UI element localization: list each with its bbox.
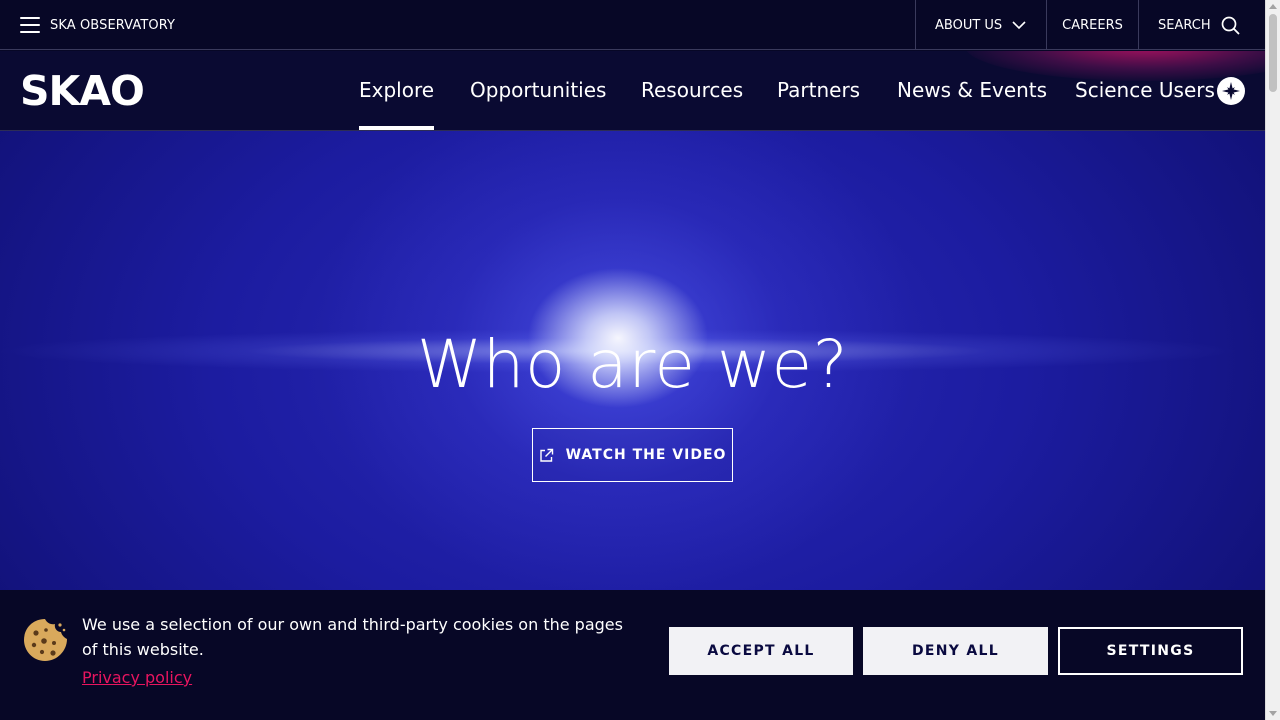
search-label[interactable]: SEARCH — [1158, 18, 1211, 33]
about-us-dropdown[interactable]: ABOUT US — [915, 0, 1046, 50]
nav-item-science-users[interactable]: Science Users — [1075, 51, 1215, 130]
careers-link[interactable]: CAREERS — [1046, 0, 1138, 50]
accept-all-button[interactable]: ACCEPT ALL — [669, 627, 853, 675]
nav-item-partners[interactable]: Partners — [777, 51, 860, 130]
careers-label[interactable]: CAREERS — [1062, 18, 1123, 33]
nav-item-resources[interactable]: Resources — [641, 51, 743, 130]
top-utility-bar: SKA OBSERVATORY ABOUT US CAREERS SEARCH — [0, 0, 1265, 50]
scroll-up-arrow-icon[interactable] — [1269, 4, 1277, 9]
watch-video-label[interactable]: WATCH THE VIDEO — [566, 447, 727, 463]
cookie-banner: We use a selection of our own and third-… — [0, 590, 1265, 720]
page-scrollbar[interactable] — [1265, 0, 1280, 720]
hamburger-menu-icon[interactable] — [20, 17, 40, 33]
compass-icon[interactable] — [1217, 77, 1245, 105]
main-navigation: SKAO Explore Opportunities Resources Par… — [0, 51, 1265, 131]
search-icon[interactable] — [1221, 16, 1240, 35]
cookie-settings-button[interactable]: SETTINGS — [1058, 627, 1243, 675]
privacy-policy-link[interactable]: Privacy policy — [82, 668, 192, 687]
nav-item-news-events[interactable]: News & Events — [897, 51, 1047, 130]
about-us-label[interactable]: ABOUT US — [935, 18, 1002, 33]
deny-all-button[interactable]: DENY ALL — [863, 627, 1048, 675]
cookie-icon — [22, 617, 68, 667]
site-menu-toggle[interactable]: SKA OBSERVATORY — [20, 0, 175, 50]
hero-banner: Who are we? WATCH THE VIDEO — [0, 131, 1265, 590]
nav-item-opportunities[interactable]: Opportunities — [470, 51, 606, 130]
site-menu-label[interactable]: SKA OBSERVATORY — [50, 18, 175, 33]
hero-title: Who are we? — [416, 326, 849, 403]
nav-item-explore[interactable]: Explore — [359, 51, 435, 130]
scroll-down-arrow-icon[interactable] — [1269, 711, 1277, 716]
skao-logo[interactable]: SKAO — [20, 70, 145, 112]
external-link-icon[interactable] — [539, 448, 554, 463]
scrollbar-thumb[interactable] — [1269, 14, 1277, 92]
cookie-message: We use a selection of our own and third-… — [82, 615, 623, 659]
watch-video-button[interactable]: WATCH THE VIDEO — [532, 428, 733, 482]
search-button[interactable]: SEARCH — [1138, 0, 1265, 50]
chevron-down-icon[interactable] — [1012, 20, 1026, 30]
